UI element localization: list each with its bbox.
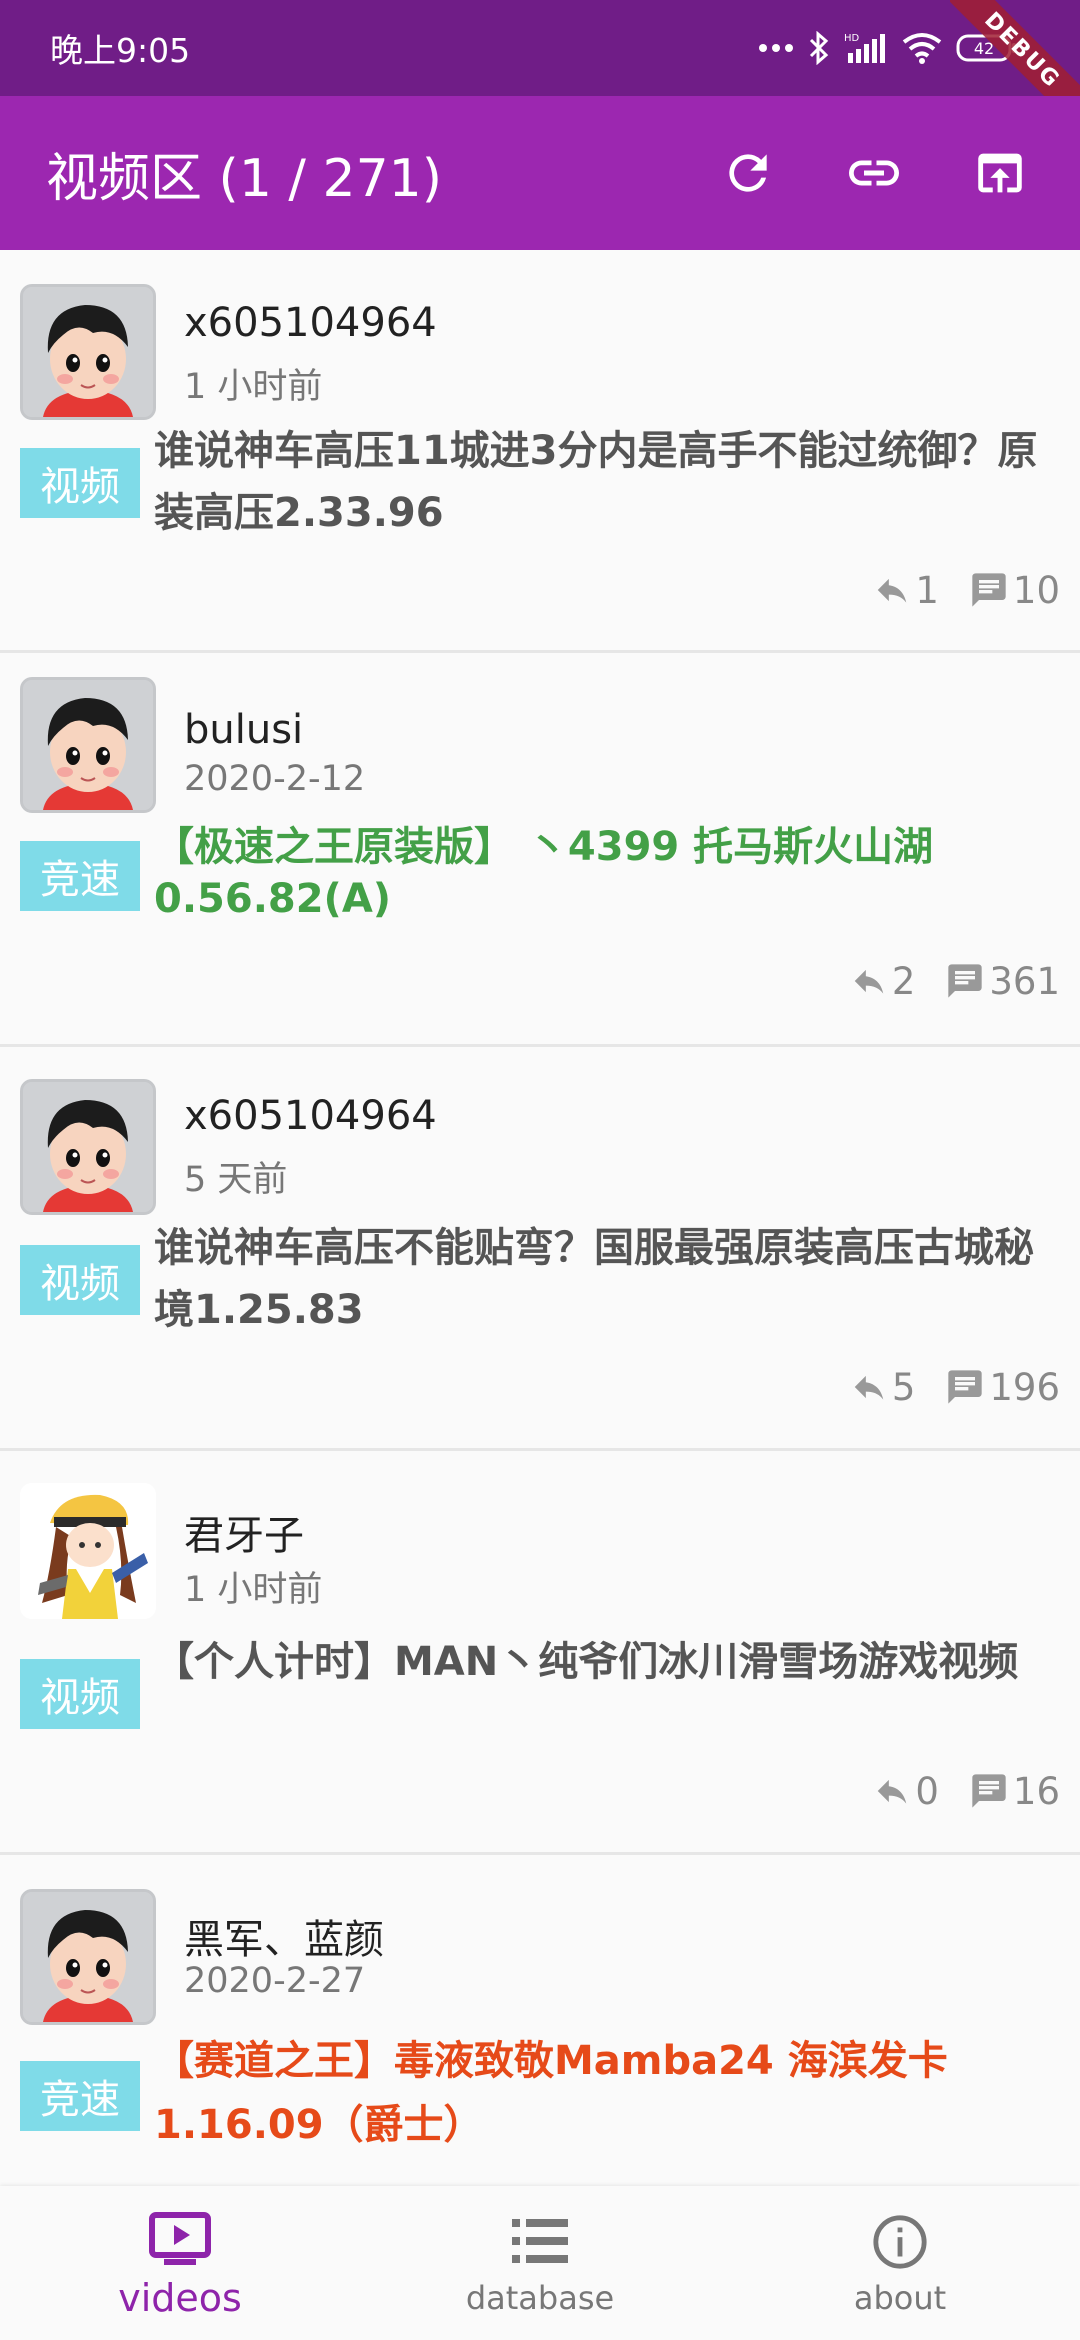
avatar[interactable] bbox=[20, 1889, 156, 2025]
post-stats: 2 361 bbox=[0, 941, 1080, 1021]
post-time: 5 天前 bbox=[184, 1160, 288, 1200]
link-button[interactable] bbox=[836, 135, 912, 211]
comment-stat: 196 bbox=[945, 1366, 1060, 1409]
category-tag: 竞速 bbox=[20, 841, 140, 911]
reply-stat: 2 bbox=[850, 959, 916, 1003]
post-title[interactable]: 【极速之王原装版】 丶4399 托马斯火山湖0.56.82(A) bbox=[154, 817, 1060, 925]
svg-text:HD: HD bbox=[844, 33, 860, 44]
post-title[interactable]: 谁说神车高压不能贴弯？国服最强原装高压古城秘境1.25.83 bbox=[154, 1217, 1060, 1341]
more-dots-icon bbox=[759, 44, 793, 52]
category-tag: 视频 bbox=[20, 448, 140, 518]
cartoon-avatar-icon bbox=[23, 680, 153, 810]
reply-count: 1 bbox=[915, 568, 939, 612]
app-bar-actions bbox=[710, 135, 1038, 211]
reply-icon bbox=[854, 969, 884, 994]
comment-count: 361 bbox=[989, 959, 1060, 1003]
post-title[interactable]: 【个人计时】MAN丶纯爷们冰川滑雪场游戏视频 bbox=[154, 1631, 1060, 1693]
avatar[interactable] bbox=[20, 1483, 156, 1619]
cartoon-avatar-icon bbox=[23, 1892, 153, 2022]
reply-icon bbox=[854, 1375, 884, 1400]
status-time: 晚上9:05 bbox=[50, 31, 191, 70]
post-stats: 1 10 bbox=[0, 550, 1080, 630]
category-tag: 视频 bbox=[20, 1659, 140, 1729]
username: x605104964 bbox=[184, 300, 437, 346]
nav-videos-label: videos bbox=[118, 2276, 242, 2320]
post-list[interactable]: x605104964 1 小时前 视频 谁说神车高压11城进3分内是高手不能过统… bbox=[0, 250, 1080, 2186]
reply-count: 0 bbox=[915, 1769, 939, 1813]
nav-videos[interactable]: videos bbox=[0, 2186, 360, 2340]
signal-icon: HD bbox=[844, 33, 885, 63]
post-time: 2020-2-12 bbox=[184, 759, 366, 799]
list-item[interactable]: x605104964 1 小时前 视频 谁说神车高压11城进3分内是高手不能过统… bbox=[0, 250, 1080, 653]
open-in-browser-icon bbox=[978, 153, 1022, 193]
anime-girl-avatar-icon bbox=[20, 1483, 156, 1619]
username: x605104964 bbox=[184, 1093, 437, 1139]
cartoon-avatar-icon bbox=[23, 1082, 153, 1212]
reply-stat: 0 bbox=[873, 1770, 939, 1813]
avatar[interactable] bbox=[20, 1079, 156, 1215]
reply-count: 5 bbox=[891, 1365, 916, 1409]
category-tag: 视频 bbox=[20, 1245, 140, 1315]
comment-icon bbox=[948, 1370, 983, 1404]
video-icon bbox=[149, 2212, 211, 2265]
info-icon bbox=[873, 2215, 927, 2269]
status-bar: 晚上9:05 HD 42 bbox=[0, 0, 1080, 96]
list-item[interactable]: x605104964 5 天前 视频 谁说神车高压不能贴弯？国服最强原装高压古城… bbox=[0, 1047, 1080, 1451]
comment-icon bbox=[972, 573, 1006, 607]
nav-about-label: about bbox=[853, 2279, 947, 2317]
list-item[interactable]: bulusi 2020-2-12 竞速 【极速之王原装版】 丶4399 托马斯火… bbox=[0, 653, 1080, 1047]
reply-stat: 1 bbox=[873, 569, 939, 612]
nav-database-label: database bbox=[465, 2279, 615, 2317]
refresh-button[interactable] bbox=[710, 135, 786, 211]
bottom-navigation: videos database about bbox=[0, 2186, 1080, 2340]
wifi-icon bbox=[902, 33, 942, 64]
comment-count: 196 bbox=[989, 1365, 1060, 1409]
avatar[interactable] bbox=[20, 284, 156, 420]
avatar[interactable] bbox=[20, 677, 156, 813]
post-title[interactable]: 【赛道之王】毒液致敬Mamba24 海滨发卡1.16.09（爵士） bbox=[154, 2029, 1060, 2157]
comment-count: 10 bbox=[1012, 568, 1060, 612]
comment-stat: 10 bbox=[969, 569, 1060, 612]
reply-icon bbox=[878, 1779, 907, 1804]
refresh-icon bbox=[729, 154, 767, 192]
comment-stat: 16 bbox=[969, 1770, 1060, 1813]
reply-count: 2 bbox=[891, 959, 916, 1003]
list-item[interactable]: 黑军、蓝颜 2020-2-27 竞速 【赛道之王】毒液致敬Mamba24 海滨发… bbox=[0, 1855, 1080, 2186]
category-tag: 竞速 bbox=[20, 2061, 140, 2131]
username: bulusi bbox=[184, 707, 304, 753]
username: 君牙子 bbox=[184, 1513, 304, 1559]
comment-icon bbox=[972, 1774, 1006, 1808]
page-title: 视频区 (1 / 271) bbox=[46, 148, 443, 209]
post-stats: 5 196 bbox=[0, 1347, 1080, 1427]
post-title[interactable]: 谁说神车高压11城进3分内是高手不能过统御？原装高压2.33.96 bbox=[154, 420, 1060, 544]
bluetooth-icon bbox=[809, 31, 829, 65]
list-item[interactable]: 君牙子 1 小时前 视频 【个人计时】MAN丶纯爷们冰川滑雪场游戏视频 0 16 bbox=[0, 1451, 1080, 1855]
nav-database[interactable]: database bbox=[360, 2186, 720, 2340]
open-in-browser-button[interactable] bbox=[962, 135, 1038, 211]
reply-icon bbox=[878, 578, 907, 603]
post-time: 1 小时前 bbox=[184, 367, 323, 407]
nav-about[interactable]: about bbox=[720, 2186, 1080, 2340]
username: 黑军、蓝颜 bbox=[184, 1917, 384, 1963]
link-icon bbox=[849, 160, 899, 186]
list-icon bbox=[512, 2219, 568, 2263]
cartoon-avatar-icon bbox=[23, 287, 153, 417]
app-bar: 视频区 (1 / 271) bbox=[0, 96, 1080, 250]
post-stats: 0 16 bbox=[0, 1751, 1080, 1831]
comment-stat: 361 bbox=[945, 960, 1060, 1003]
post-time: 1 小时前 bbox=[184, 1570, 323, 1610]
reply-stat: 5 bbox=[850, 1365, 916, 1409]
post-time: 2020-2-27 bbox=[184, 1961, 366, 2001]
comment-count: 16 bbox=[1012, 1769, 1060, 1813]
comment-icon bbox=[948, 964, 983, 998]
